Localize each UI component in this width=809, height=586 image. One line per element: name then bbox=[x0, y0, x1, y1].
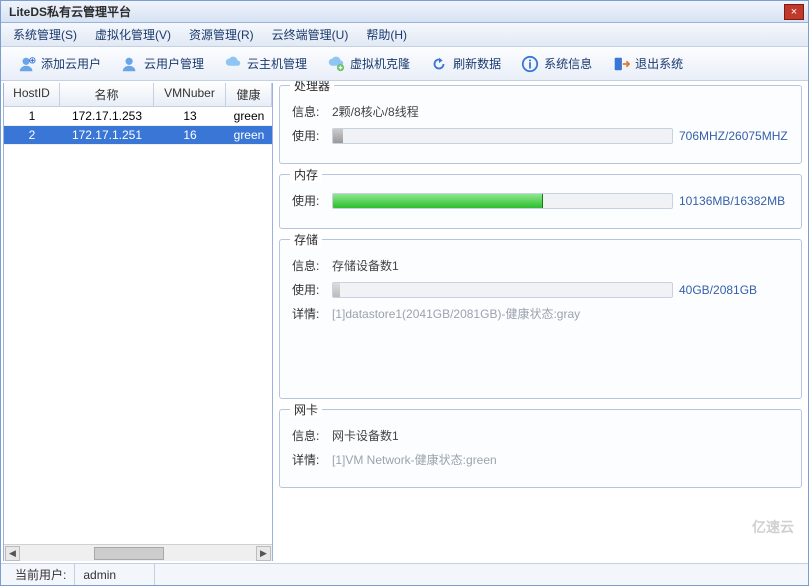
cell-hostid: 2 bbox=[4, 126, 60, 144]
titlebar: LiteDS私有云管理平台 × bbox=[1, 1, 808, 23]
storage-detail-value: [1]datastore1(2041GB/2081GB)-健康状态:gray bbox=[332, 305, 580, 322]
col-vmnum[interactable]: VMNuber bbox=[154, 83, 226, 106]
scroll-left-icon[interactable]: ◀ bbox=[5, 546, 20, 561]
mem-usage-label: 使用: bbox=[292, 192, 326, 209]
cloud-host-icon bbox=[224, 55, 242, 73]
cloud-host-mgmt-button[interactable]: 云主机管理 bbox=[215, 51, 316, 77]
cpu-info-label: 信息: bbox=[292, 103, 326, 120]
group-title: 存储 bbox=[290, 231, 322, 248]
refresh-icon bbox=[430, 55, 448, 73]
group-title: 网卡 bbox=[290, 401, 322, 418]
storage-usage-label: 使用: bbox=[292, 281, 326, 298]
storage-group: 存储 信息: 存储设备数1 使用: 40GB/2081GB 详情: [1]dat… bbox=[279, 239, 802, 399]
host-list-pane: HostID 名称 VMNuber 健康 1172.17.1.25313gree… bbox=[3, 83, 273, 561]
group-title: 处理器 bbox=[290, 81, 334, 94]
cell-vmnum: 13 bbox=[154, 107, 226, 125]
cell-health: green bbox=[226, 107, 272, 125]
storage-info-value: 存储设备数1 bbox=[332, 257, 399, 274]
window-title: LiteDS私有云管理平台 bbox=[5, 3, 784, 20]
col-health[interactable]: 健康 bbox=[226, 83, 272, 106]
scroll-thumb[interactable] bbox=[94, 547, 164, 560]
user-settings-icon bbox=[121, 55, 139, 73]
detail-pane: 处理器 信息: 2颗/8核心/8线程 使用: 706MHZ/26075MHZ 内… bbox=[273, 81, 808, 563]
mem-group: 内存 使用: 10136MB/16382MB bbox=[279, 174, 802, 229]
col-hostid[interactable]: HostID bbox=[4, 83, 60, 106]
storage-detail-label: 详情: bbox=[292, 305, 326, 322]
nic-detail-label: 详情: bbox=[292, 451, 326, 468]
toolbar-label: 刷新数据 bbox=[453, 55, 501, 72]
col-name[interactable]: 名称 bbox=[60, 83, 154, 106]
refresh-button[interactable]: 刷新数据 bbox=[421, 51, 510, 77]
scroll-right-icon[interactable]: ▶ bbox=[256, 546, 271, 561]
cell-hostid: 1 bbox=[4, 107, 60, 125]
menubar: 系统管理(S) 虚拟化管理(V) 资源管理(R) 云终端管理(U) 帮助(H) bbox=[1, 23, 808, 47]
cpu-progress bbox=[332, 128, 673, 144]
storage-info-label: 信息: bbox=[292, 257, 326, 274]
table-row[interactable]: 1172.17.1.25313green bbox=[4, 107, 272, 126]
menu-help[interactable]: 帮助(H) bbox=[360, 24, 413, 45]
toolbar-label: 云用户管理 bbox=[144, 55, 204, 72]
menu-virtualization[interactable]: 虚拟化管理(V) bbox=[89, 24, 177, 45]
cloud-user-mgmt-button[interactable]: 云用户管理 bbox=[112, 51, 213, 77]
user-add-icon bbox=[18, 55, 36, 73]
menu-system[interactable]: 系统管理(S) bbox=[7, 24, 83, 45]
cell-vmnum: 16 bbox=[154, 126, 226, 144]
cell-health: green bbox=[226, 126, 272, 144]
info-icon bbox=[521, 55, 539, 73]
table-row[interactable]: 2172.17.1.25116green bbox=[4, 126, 272, 145]
toolbar-label: 虚拟机克隆 bbox=[350, 55, 410, 72]
menu-terminal[interactable]: 云终端管理(U) bbox=[266, 24, 355, 45]
close-button[interactable]: × bbox=[784, 4, 804, 20]
group-title: 内存 bbox=[290, 166, 322, 183]
toolbar-label: 云主机管理 bbox=[247, 55, 307, 72]
exit-button[interactable]: 退出系统 bbox=[603, 51, 692, 77]
current-user-value: admin bbox=[75, 564, 155, 585]
vm-clone-button[interactable]: 虚拟机克隆 bbox=[318, 51, 419, 77]
nic-group: 网卡 信息: 网卡设备数1 详情: [1]VM Network-健康状态:gre… bbox=[279, 409, 802, 488]
mem-progress bbox=[332, 193, 673, 209]
content-area: HostID 名称 VMNuber 健康 1172.17.1.25313gree… bbox=[1, 81, 808, 563]
storage-usage-text: 40GB/2081GB bbox=[679, 283, 789, 297]
toolbar: 添加云用户 云用户管理 云主机管理 虚拟机克隆 刷新数据 系统信息 退出系统 bbox=[1, 47, 808, 81]
cpu-group: 处理器 信息: 2颗/8核心/8线程 使用: 706MHZ/26075MHZ bbox=[279, 85, 802, 164]
app-window: LiteDS私有云管理平台 × 系统管理(S) 虚拟化管理(V) 资源管理(R)… bbox=[0, 0, 809, 586]
toolbar-label: 添加云用户 bbox=[41, 55, 101, 72]
grid-body: 1172.17.1.25313green2172.17.1.25116green bbox=[4, 107, 272, 544]
nic-info-value: 网卡设备数1 bbox=[332, 427, 399, 444]
menu-resource[interactable]: 资源管理(R) bbox=[183, 24, 260, 45]
cpu-usage-label: 使用: bbox=[292, 127, 326, 144]
cell-name: 172.17.1.251 bbox=[60, 126, 154, 144]
storage-progress bbox=[332, 282, 673, 298]
nic-info-label: 信息: bbox=[292, 427, 326, 444]
mem-usage-text: 10136MB/16382MB bbox=[679, 194, 789, 208]
statusbar: 当前用户: admin bbox=[1, 563, 808, 585]
toolbar-label: 系统信息 bbox=[544, 55, 592, 72]
nic-detail-value: [1]VM Network-健康状态:green bbox=[332, 451, 497, 468]
sysinfo-button[interactable]: 系统信息 bbox=[512, 51, 601, 77]
horizontal-scrollbar[interactable]: ◀ ▶ bbox=[4, 544, 272, 561]
cpu-usage-text: 706MHZ/26075MHZ bbox=[679, 129, 789, 143]
current-user-label: 当前用户: bbox=[7, 564, 75, 585]
host-grid: HostID 名称 VMNuber 健康 1172.17.1.25313gree… bbox=[4, 83, 272, 561]
cpu-info-value: 2颗/8核心/8线程 bbox=[332, 103, 419, 120]
add-cloud-user-button[interactable]: 添加云用户 bbox=[9, 51, 110, 77]
cell-name: 172.17.1.253 bbox=[60, 107, 154, 125]
exit-icon bbox=[612, 55, 630, 73]
vm-clone-icon bbox=[327, 55, 345, 73]
toolbar-label: 退出系统 bbox=[635, 55, 683, 72]
grid-header: HostID 名称 VMNuber 健康 bbox=[4, 83, 272, 107]
